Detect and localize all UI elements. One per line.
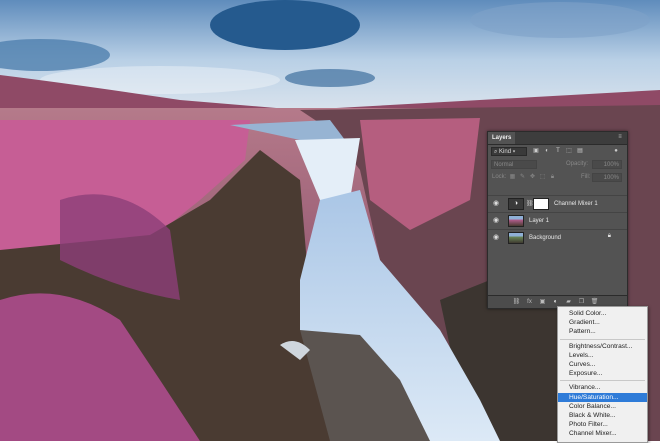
menu-item-channel-mixer[interactable]: Channel Mixer... (558, 429, 647, 438)
menu-item-vibrance[interactable]: Vibrance... (558, 383, 647, 392)
layer-lock-icon: 🔒︎ (607, 233, 611, 239)
layer-name: Channel Mixer 1 (554, 201, 598, 207)
adjustment-filter-icon[interactable]: ◐ (543, 147, 551, 155)
filter-kind-label: Kind (499, 149, 512, 155)
visibility-eye-icon[interactable]: ◉ (492, 217, 500, 225)
menu-item-black-white[interactable]: Black & White... (558, 411, 647, 420)
lock-paint-icon[interactable]: ✎ (519, 173, 526, 181)
trash-icon[interactable]: 🗑︎ (590, 298, 599, 306)
lock-label: Lock: (492, 174, 507, 180)
new-layer-icon[interactable]: ❐ (577, 298, 586, 306)
lock-all-icon[interactable]: 🔒︎ (549, 173, 556, 181)
fill-label: Fill: (581, 174, 591, 180)
filter-toggle-icon[interactable]: ● (612, 147, 620, 155)
lock-row: Lock: ▦ ✎ ✥ ⬚ 🔒︎ Fill: 100% (488, 171, 627, 184)
visibility-eye-icon[interactable]: ◉ (492, 200, 500, 208)
blend-mode-select[interactable]: Normal (491, 160, 537, 169)
menu-item-levels[interactable]: Levels... (558, 351, 647, 360)
menu-item-exposure[interactable]: Exposure... (558, 369, 647, 378)
layers-tab-bar: Layers ≡ (488, 132, 627, 145)
type-filter-icon[interactable]: T (554, 147, 562, 155)
visibility-eye-icon[interactable]: ◉ (492, 234, 500, 242)
adjustment-menu: Solid Color... Gradient... Pattern... Br… (557, 306, 648, 443)
menu-item-solid-color[interactable]: Solid Color... (558, 309, 647, 318)
group-folder-icon[interactable]: ▰ (564, 298, 573, 306)
blend-row: Normal Opacity: 100% (488, 158, 627, 171)
menu-item-photo-filter[interactable]: Photo Filter... (558, 420, 647, 429)
menu-item-gradient[interactable]: Gradient... (558, 318, 647, 327)
layers-panel: Layers ≡ ⌕ Kind ▾ ▣ ◐ T ⬚ ▤ ● Normal Opa… (487, 131, 628, 309)
opacity-label: Opacity: (566, 161, 589, 167)
menu-separator (560, 338, 645, 340)
menu-item-curves[interactable]: Curves... (558, 360, 647, 369)
shape-filter-icon[interactable]: ⬚ (565, 147, 573, 155)
fx-icon[interactable]: fx (525, 298, 534, 306)
layer-name: Background (529, 235, 562, 241)
menu-item-pattern[interactable]: Pattern... (558, 327, 647, 336)
lock-transparent-icon[interactable]: ▦ (509, 173, 516, 181)
add-mask-icon[interactable]: ▣ (538, 298, 547, 306)
adjustment-thumbnail-icon: ◑ (508, 198, 524, 210)
lock-position-icon[interactable]: ✥ (529, 173, 536, 181)
filter-kind-select[interactable]: ⌕ Kind ▾ (491, 147, 527, 156)
opacity-field[interactable]: 100% (592, 160, 622, 169)
smart-object-filter-icon[interactable]: ▤ (576, 147, 584, 155)
pixel-filter-icon[interactable]: ▣ (532, 147, 540, 155)
menu-item-hue-saturation[interactable]: Hue/Saturation... (558, 392, 647, 402)
link-layers-icon[interactable]: ⛓ (512, 298, 521, 306)
menu-separator (560, 380, 645, 382)
adjustment-layer-icon[interactable]: ◐ (551, 298, 560, 306)
filter-row: ⌕ Kind ▾ ▣ ◐ T ⬚ ▤ ● (488, 145, 627, 158)
layer-mask-thumbnail[interactable] (533, 198, 549, 210)
fill-field[interactable]: 100% (592, 173, 622, 182)
layer-row-background[interactable]: ◉ Background 🔒︎ (488, 229, 627, 246)
lock-artboard-icon[interactable]: ⬚ (539, 173, 546, 181)
layer-row-layer-1[interactable]: ◉ Layer 1 (488, 212, 627, 229)
layer-name: Layer 1 (529, 218, 550, 224)
tab-layers[interactable]: Layers (488, 132, 516, 144)
layer-thumbnail (508, 232, 524, 244)
layer-row-channel-mixer[interactable]: ◉ ◑ ⛓ Channel Mixer 1 (488, 195, 627, 212)
panel-menu-icon[interactable]: ≡ (616, 134, 624, 141)
layer-thumbnail (508, 215, 524, 227)
menu-item-color-balance[interactable]: Color Balance... (558, 402, 647, 411)
menu-item-brightness-contrast[interactable]: Brightness/Contrast... (558, 342, 647, 351)
